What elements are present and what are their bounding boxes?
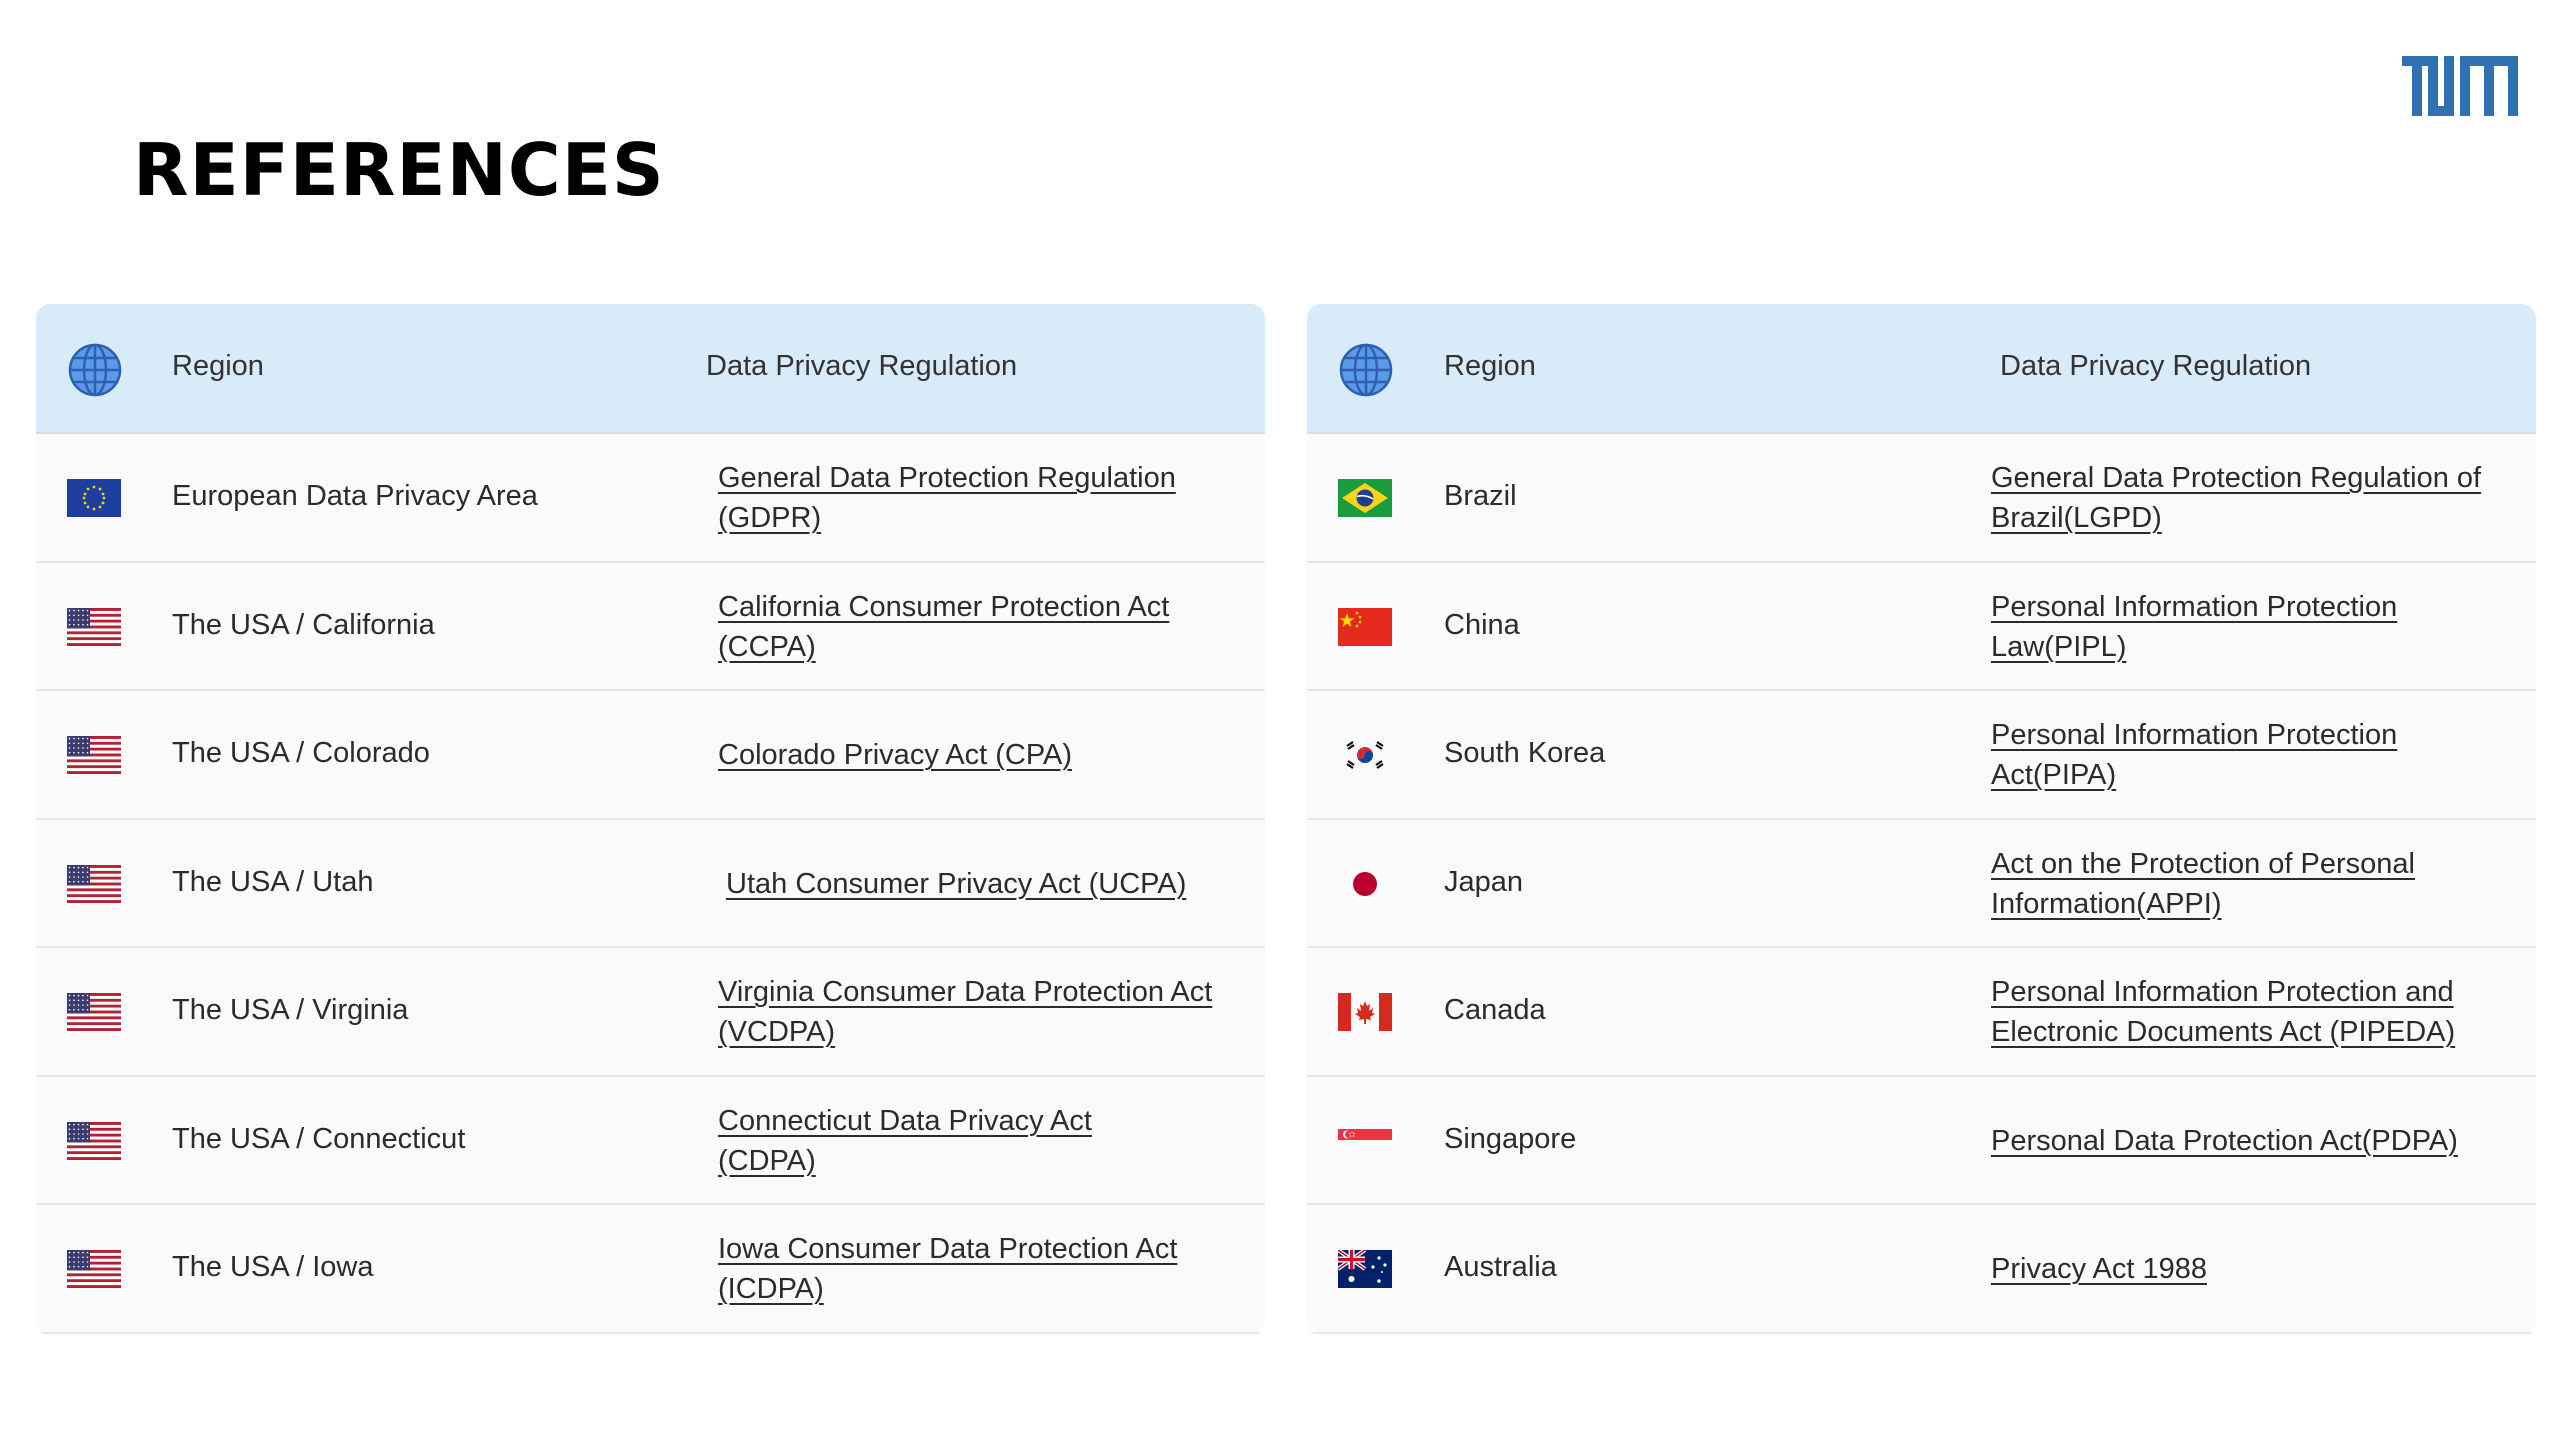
region-name: The USA / Colorado — [172, 737, 430, 769]
regulation-link-pipa[interactable]: Personal Information Protection Act(PIPA… — [1991, 715, 2431, 795]
us-flag-icon — [67, 607, 121, 646]
australia-flag-icon — [1338, 1250, 1392, 1288]
regulation-column-header: Data Privacy Regulation — [706, 350, 1018, 382]
table-row: South Korea Personal Information Protect… — [1307, 691, 2536, 820]
regulation-link-pipeda[interactable]: Personal Information Protection and Elec… — [1991, 972, 2521, 1052]
us-flag-icon — [67, 864, 121, 903]
south-korea-flag-icon — [1338, 736, 1392, 774]
page-title: REFERENCES — [133, 128, 665, 212]
region-name: Japan — [1444, 865, 1524, 898]
region-name: The USA / Connecticut — [172, 1122, 466, 1155]
regulations-table-right: Region Data Privacy Regulation Brazil Ge… — [1307, 304, 2536, 1336]
table-row: The USA / Iowa Iowa Consumer Data Protec… — [36, 1205, 1265, 1334]
us-flag-icon — [67, 736, 121, 774]
regulations-table-left: Region Data Privacy Regulation European … — [36, 304, 1265, 1336]
table-header: Region Data Privacy Regulation — [36, 304, 1265, 434]
regulation-link-ccpa[interactable]: California Consumer Protection Act (CCPA… — [718, 587, 1238, 667]
table-row: The USA / California California Consumer… — [36, 562, 1265, 691]
region-name: Australia — [1444, 1251, 1557, 1283]
table-row: The USA / Virginia Virginia Consumer Dat… — [36, 948, 1265, 1077]
regulation-link-lgpd[interactable]: General Data Protection Regulation of Br… — [1991, 458, 2491, 538]
eu-flag-icon — [67, 479, 121, 517]
table-row: Brazil General Data Protection Regulatio… — [1307, 434, 2536, 563]
region-name: Canada — [1444, 994, 1546, 1026]
table-row: Japan Act on the Protection of Personal … — [1307, 819, 2536, 948]
region-column-header: Region — [1444, 350, 1536, 382]
regulation-link-vcdpa[interactable]: Virginia Consumer Data Protection Act (V… — [718, 972, 1218, 1052]
tum-logo — [2402, 56, 2518, 116]
region-name: South Korea — [1444, 737, 1606, 769]
region-name: European Data Privacy Area — [172, 480, 538, 512]
us-flag-icon — [67, 993, 121, 1031]
regulation-link-appi[interactable]: Act on the Protection of Personal Inform… — [1991, 844, 2511, 924]
table-row: European Data Privacy Area General Data … — [36, 434, 1265, 563]
region-name: The USA / California — [172, 608, 435, 641]
region-name: The USA / Utah — [172, 865, 374, 898]
region-name: The USA / Virginia — [172, 994, 409, 1026]
regulation-column-header: Data Privacy Regulation — [2000, 350, 2312, 382]
region-name: Singapore — [1444, 1122, 1577, 1155]
table-row: Singapore Personal Data Protection Act(P… — [1307, 1076, 2536, 1205]
table-row: The USA / Utah Utah Consumer Privacy Act… — [36, 819, 1265, 948]
regulation-link-cdpa[interactable]: Connecticut Data Privacy Act (CDPA) — [718, 1101, 1158, 1181]
table-header: Region Data Privacy Regulation — [1307, 304, 2536, 434]
regulation-link-icdpa[interactable]: Iowa Consumer Data Protection Act (ICDPA… — [718, 1229, 1238, 1309]
us-flag-icon — [67, 1121, 121, 1160]
table-row: The USA / Colorado Colorado Privacy Act … — [36, 691, 1265, 820]
table-row: China Personal Information Protection La… — [1307, 562, 2536, 691]
us-flag-icon — [67, 1250, 121, 1288]
regulation-link-gdpr[interactable]: General Data Protection Regulation (GDPR… — [718, 458, 1238, 538]
regulation-link-privacy-act-1988[interactable]: Privacy Act 1988 — [1991, 1249, 2511, 1289]
regulation-link-pipl[interactable]: Personal Information Protection Law(PIPL… — [1991, 587, 2431, 667]
regulation-link-pdpa[interactable]: Personal Data Protection Act(PDPA) — [1991, 1121, 2531, 1161]
japan-flag-icon — [1338, 864, 1392, 903]
brazil-flag-icon — [1338, 479, 1392, 517]
singapore-flag-icon — [1338, 1121, 1392, 1160]
globe-icon — [68, 343, 122, 397]
region-column-header: Region — [172, 350, 264, 382]
table-row: Australia Privacy Act 1988 — [1307, 1205, 2536, 1334]
regulation-link-cpa[interactable]: Colorado Privacy Act (CPA) — [718, 735, 1238, 775]
region-name: The USA / Iowa — [172, 1251, 374, 1283]
china-flag-icon — [1338, 607, 1392, 646]
table-row: Canada Personal Information Protection a… — [1307, 948, 2536, 1077]
globe-icon — [1339, 343, 1393, 397]
table-row: The USA / Connecticut Connecticut Data P… — [36, 1076, 1265, 1205]
canada-flag-icon — [1338, 993, 1392, 1031]
region-name: Brazil — [1444, 480, 1517, 512]
regulation-link-ucpa[interactable]: Utah Consumer Privacy Act (UCPA) — [726, 864, 1246, 904]
region-name: China — [1444, 608, 1520, 641]
